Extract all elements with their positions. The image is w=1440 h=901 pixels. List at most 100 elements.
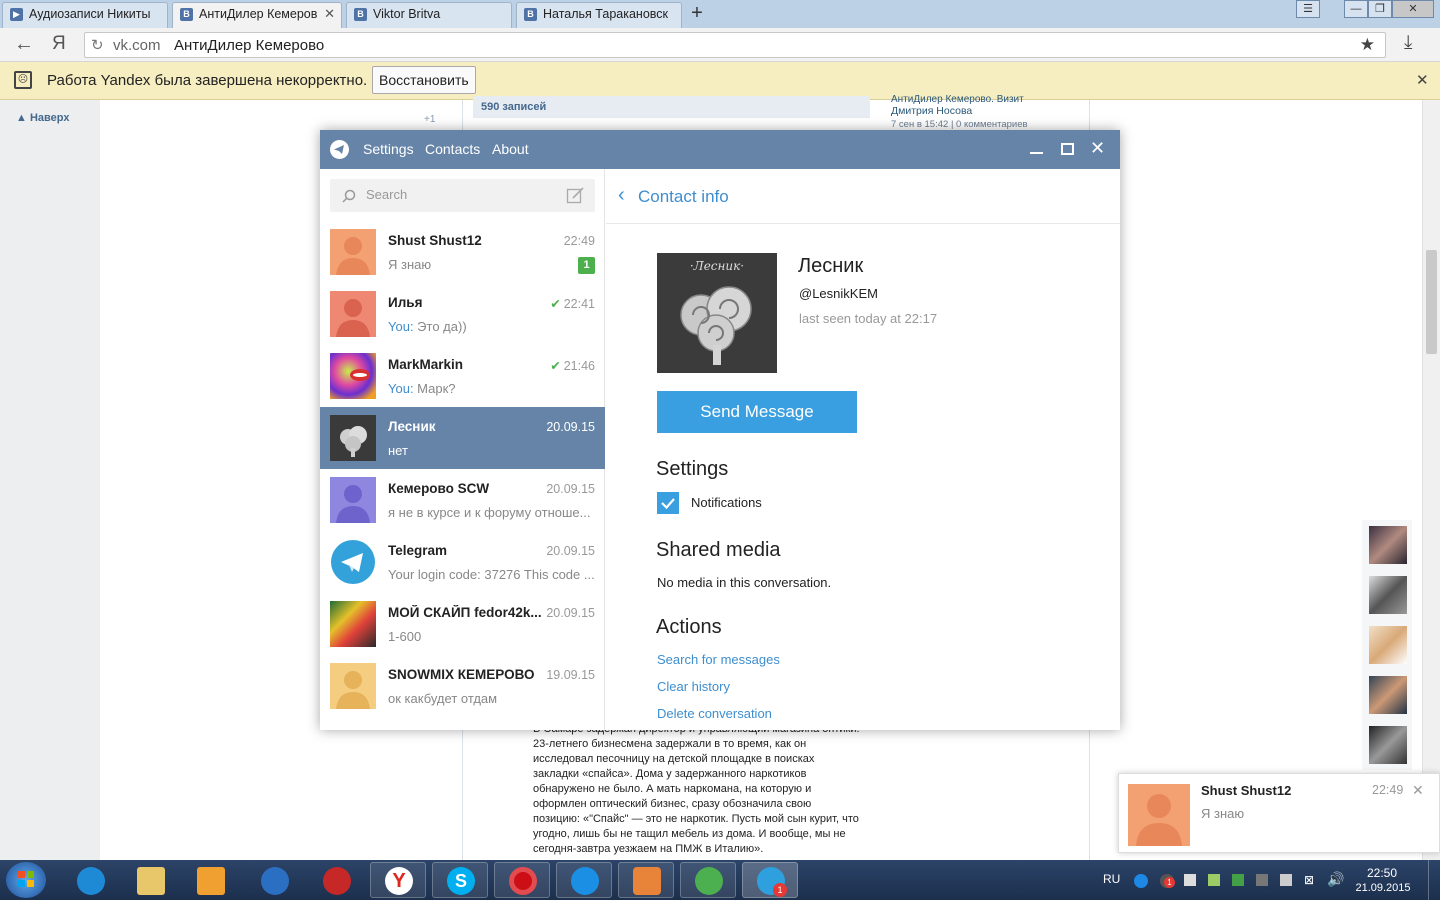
settings-title: Settings xyxy=(656,458,729,480)
chat-item[interactable]: Кемерово SCW 20.09.15 я не в курсе и к ф… xyxy=(320,469,605,531)
minimize-button[interactable]: — xyxy=(1344,0,1368,18)
chat-item-selected[interactable]: Лесник 20.09.15 нет xyxy=(320,407,605,469)
tab-antidiler[interactable]: В АнтиДилер Кемерово ✕ xyxy=(172,2,342,28)
taskbar-app[interactable] xyxy=(246,862,302,898)
scrollbar-thumb[interactable] xyxy=(1426,250,1437,354)
clock-time[interactable]: 22:50 xyxy=(1360,866,1404,880)
side-author[interactable]: Дмитрия Носова xyxy=(891,105,972,117)
tray-icon[interactable] xyxy=(1208,874,1220,886)
restore-button[interactable]: Восстановить xyxy=(372,66,476,94)
tray-icon[interactable] xyxy=(1134,874,1148,888)
taskbar-app3[interactable] xyxy=(618,862,674,898)
notifications-checkbox[interactable] xyxy=(657,492,679,514)
tab-viktor[interactable]: В Viktor Britva xyxy=(346,2,512,28)
close-tab-icon[interactable]: ✕ xyxy=(324,6,335,22)
telegram-logo-icon xyxy=(330,140,349,159)
browser-tab-bar: ▶ Аудиозаписи Никиты В АнтиДилер Кемеров… xyxy=(0,0,1440,28)
tab-natalia[interactable]: В Наталья Таракановск xyxy=(516,2,682,28)
new-tab-button[interactable]: + xyxy=(686,2,708,24)
close-notify-icon[interactable]: ✕ xyxy=(1416,71,1429,89)
tray-icon[interactable] xyxy=(1256,874,1268,886)
star-icon[interactable]: ★ xyxy=(1360,35,1375,55)
reload-icon[interactable]: ↻ xyxy=(91,36,104,54)
url-page-title: АнтиДилер Кемерово xyxy=(174,37,325,54)
folder-icon xyxy=(137,867,165,895)
friend-avatar[interactable] xyxy=(1369,676,1407,714)
taskbar-explorer[interactable] xyxy=(122,862,178,898)
tray-icon[interactable] xyxy=(1280,874,1292,886)
tray-icon[interactable] xyxy=(1184,874,1196,886)
avatar xyxy=(330,229,376,275)
compose-icon[interactable] xyxy=(566,186,585,205)
friend-avatar[interactable] xyxy=(1369,626,1407,664)
avatar xyxy=(330,539,376,585)
taskbar-app2[interactable] xyxy=(556,862,612,898)
tg-close-button[interactable]: ✕ xyxy=(1090,138,1105,159)
menu-about[interactable]: About xyxy=(492,141,529,157)
restore-window-button[interactable]: ❐ xyxy=(1368,0,1392,18)
menu-settings[interactable]: Settings xyxy=(363,141,414,157)
delete-conversation-link[interactable]: Delete conversation xyxy=(657,706,772,721)
taskbar-yandex[interactable]: Y xyxy=(370,862,426,898)
chat-item[interactable]: Shust Shust12 22:49 Я знаю 1 xyxy=(320,221,605,283)
start-button[interactable] xyxy=(6,862,46,898)
message-notification[interactable]: Shust Shust12 22:49 ✕ Я знаю xyxy=(1118,773,1440,853)
chat-preview: Я знаю xyxy=(388,257,596,272)
chat-time: 22:41 xyxy=(563,297,595,311)
tg-minimize-button[interactable] xyxy=(1030,140,1043,154)
network-icon[interactable]: ⊠ xyxy=(1304,873,1314,887)
tab-audio[interactable]: ▶ Аудиозаписи Никиты xyxy=(2,2,168,28)
search-input[interactable]: Search xyxy=(330,179,595,212)
friend-avatar[interactable] xyxy=(1369,726,1407,764)
back-arrow-icon[interactable]: ← xyxy=(14,33,34,56)
chat-item[interactable]: Telegram 20.09.15 Your login code: 37276… xyxy=(320,531,605,593)
chat-item[interactable]: MarkMarkin ✔ 21:46 You: Марк? xyxy=(320,345,605,407)
article-line: позицию: «"Спайс" — это не наркотик. Пус… xyxy=(533,813,859,825)
contact-avatar: ·Лесник· xyxy=(657,253,777,373)
volume-icon[interactable]: 🔊 xyxy=(1327,871,1344,888)
clock-date[interactable]: 21.09.2015 xyxy=(1355,882,1411,894)
chat-item[interactable]: Илья ✔ 22:41 You: Это да)) xyxy=(320,283,605,345)
taskbar-app4[interactable] xyxy=(680,862,736,898)
tg-maximize-button[interactable] xyxy=(1061,143,1074,155)
like-count[interactable]: +1 xyxy=(424,114,435,125)
taskbar-game[interactable] xyxy=(308,862,364,898)
taskbar-opera[interactable] xyxy=(494,862,550,898)
tab-label: Аудиозаписи Никиты xyxy=(29,7,151,21)
send-message-button[interactable]: Send Message xyxy=(657,391,857,433)
show-desktop-button[interactable] xyxy=(1428,860,1440,900)
taskbar-ie[interactable] xyxy=(62,862,118,898)
you-prefix: You: xyxy=(388,319,414,334)
download-icon[interactable]: ⤓ xyxy=(1404,32,1412,54)
friend-avatar[interactable] xyxy=(1369,526,1407,564)
friend-avatar[interactable] xyxy=(1369,576,1407,614)
chat-item[interactable]: МОЙ СКАЙП fedor42k... 20.09.15 1-600 xyxy=(320,593,605,655)
close-window-button[interactable]: ✕ xyxy=(1392,0,1434,18)
back-chevron-icon[interactable]: ‹ xyxy=(618,184,625,207)
search-messages-link[interactable]: Search for messages xyxy=(657,652,780,667)
taskbar-telegram[interactable]: 1 xyxy=(742,862,798,898)
scroll-top-link[interactable]: ▲ Наверх xyxy=(16,112,69,124)
side-title[interactable]: АнтиДилер Кемерово. Визит xyxy=(891,94,1081,105)
contact-name: Лесник xyxy=(798,255,864,277)
taskbar-skype[interactable]: S xyxy=(432,862,488,898)
page-scrollbar[interactable] xyxy=(1422,100,1440,860)
url-field[interactable]: ↻ vk.com АнтиДилер Кемерово ★ xyxy=(84,32,1386,58)
contact-info-title[interactable]: Contact info xyxy=(638,187,729,207)
tray-icon[interactable] xyxy=(1232,874,1244,886)
toast-close-icon[interactable]: ✕ xyxy=(1412,782,1424,799)
yandex-logo-icon[interactable]: Я xyxy=(52,33,66,55)
chat-preview: You: Это да)) xyxy=(388,319,596,334)
tray-icon[interactable]: 1 xyxy=(1160,874,1175,888)
posts-count-bar[interactable]: 590 записей xyxy=(473,96,870,118)
tree-icon xyxy=(680,286,752,365)
browser-menu-button[interactable]: ☰ xyxy=(1296,0,1320,18)
chat-message: Марк? xyxy=(413,381,456,396)
taskbar-media[interactable] xyxy=(182,862,238,898)
language-indicator[interactable]: RU xyxy=(1103,872,1120,886)
chat-name: MarkMarkin xyxy=(388,357,464,372)
chat-item[interactable]: SNOWMIX КЕМЕРОВО 19.09.15 ок какбудет от… xyxy=(320,655,605,717)
notifications-label[interactable]: Notifications xyxy=(691,495,762,510)
clear-history-link[interactable]: Clear history xyxy=(657,679,730,694)
menu-contacts[interactable]: Contacts xyxy=(425,141,480,157)
